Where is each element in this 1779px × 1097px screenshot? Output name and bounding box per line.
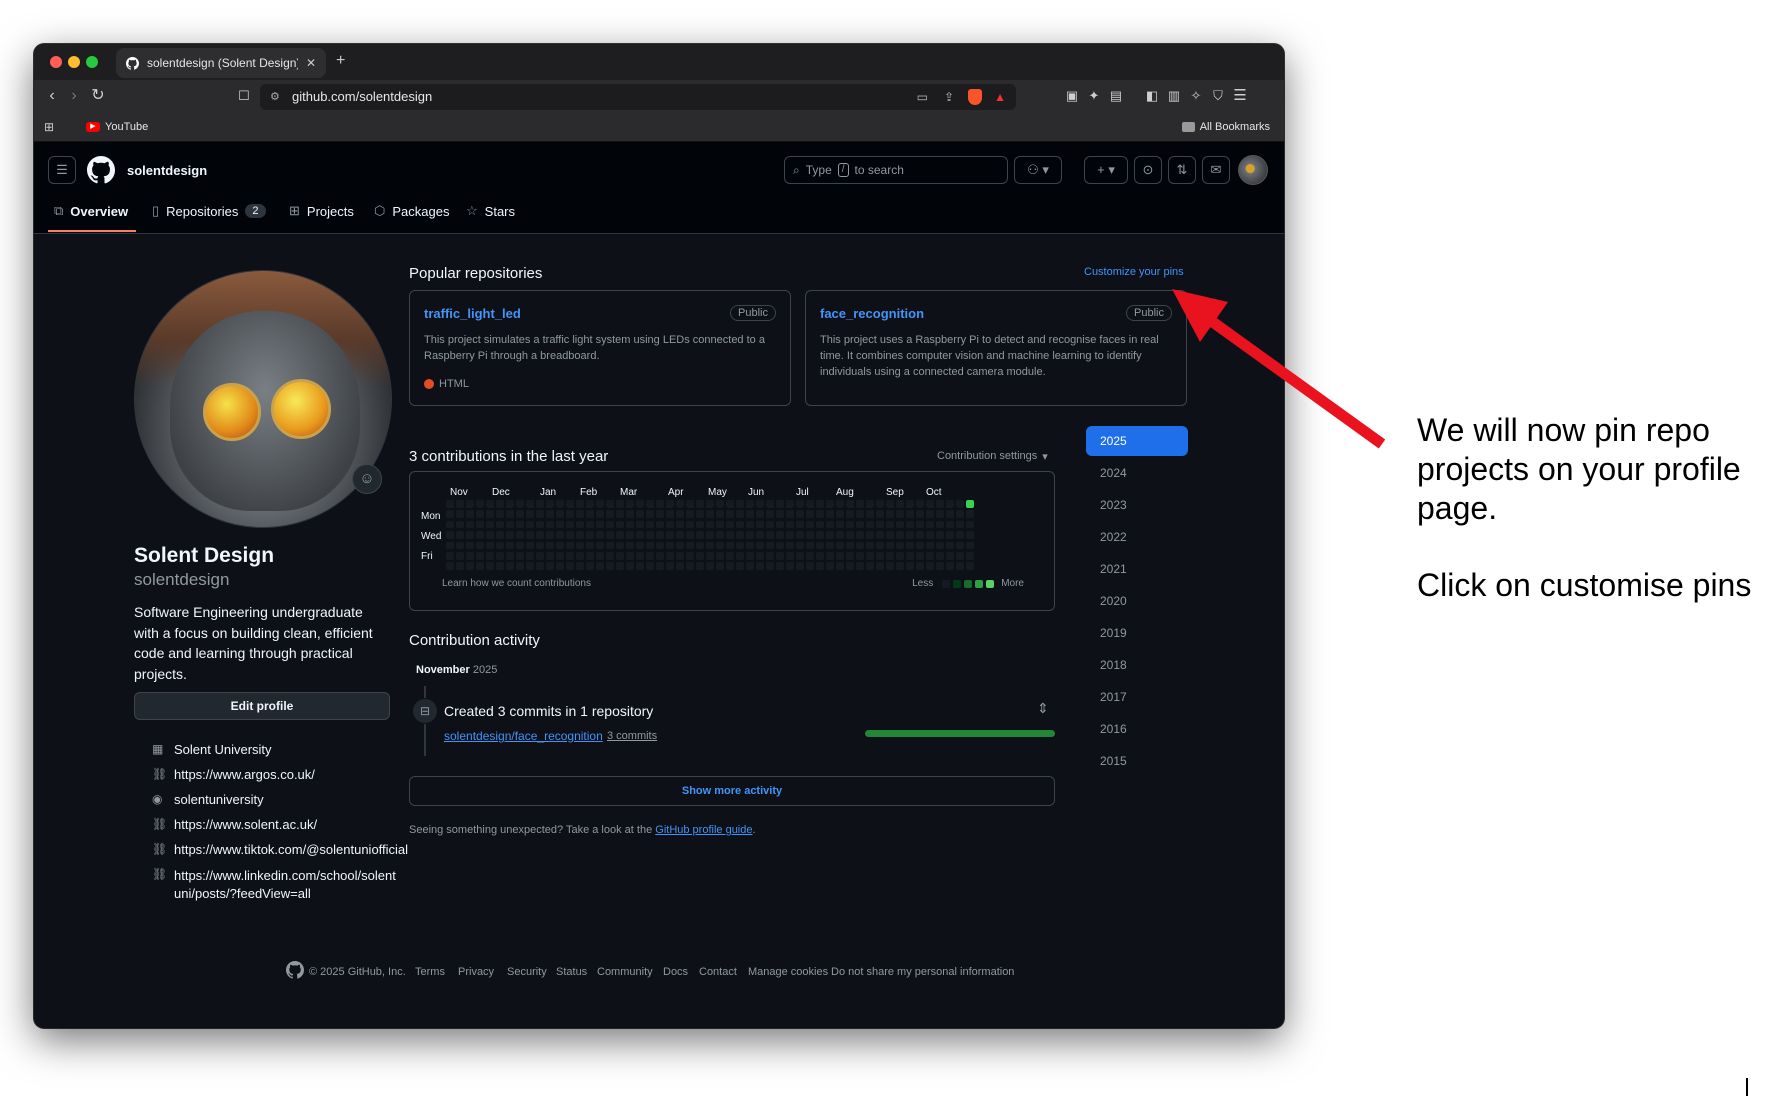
- arrow-head: [1172, 289, 1228, 342]
- annotation-line-1: We will now pin repo: [1417, 412, 1710, 448]
- annotation-line-3: page.: [1417, 490, 1498, 526]
- arrow-shaft: [1206, 315, 1386, 449]
- annotation-line-4: Click on customise pins: [1417, 567, 1752, 603]
- text-cursor: [1746, 1078, 1748, 1096]
- annotation-arrow: [1172, 289, 1386, 449]
- annotation-line-2: projects on your profile: [1417, 451, 1741, 487]
